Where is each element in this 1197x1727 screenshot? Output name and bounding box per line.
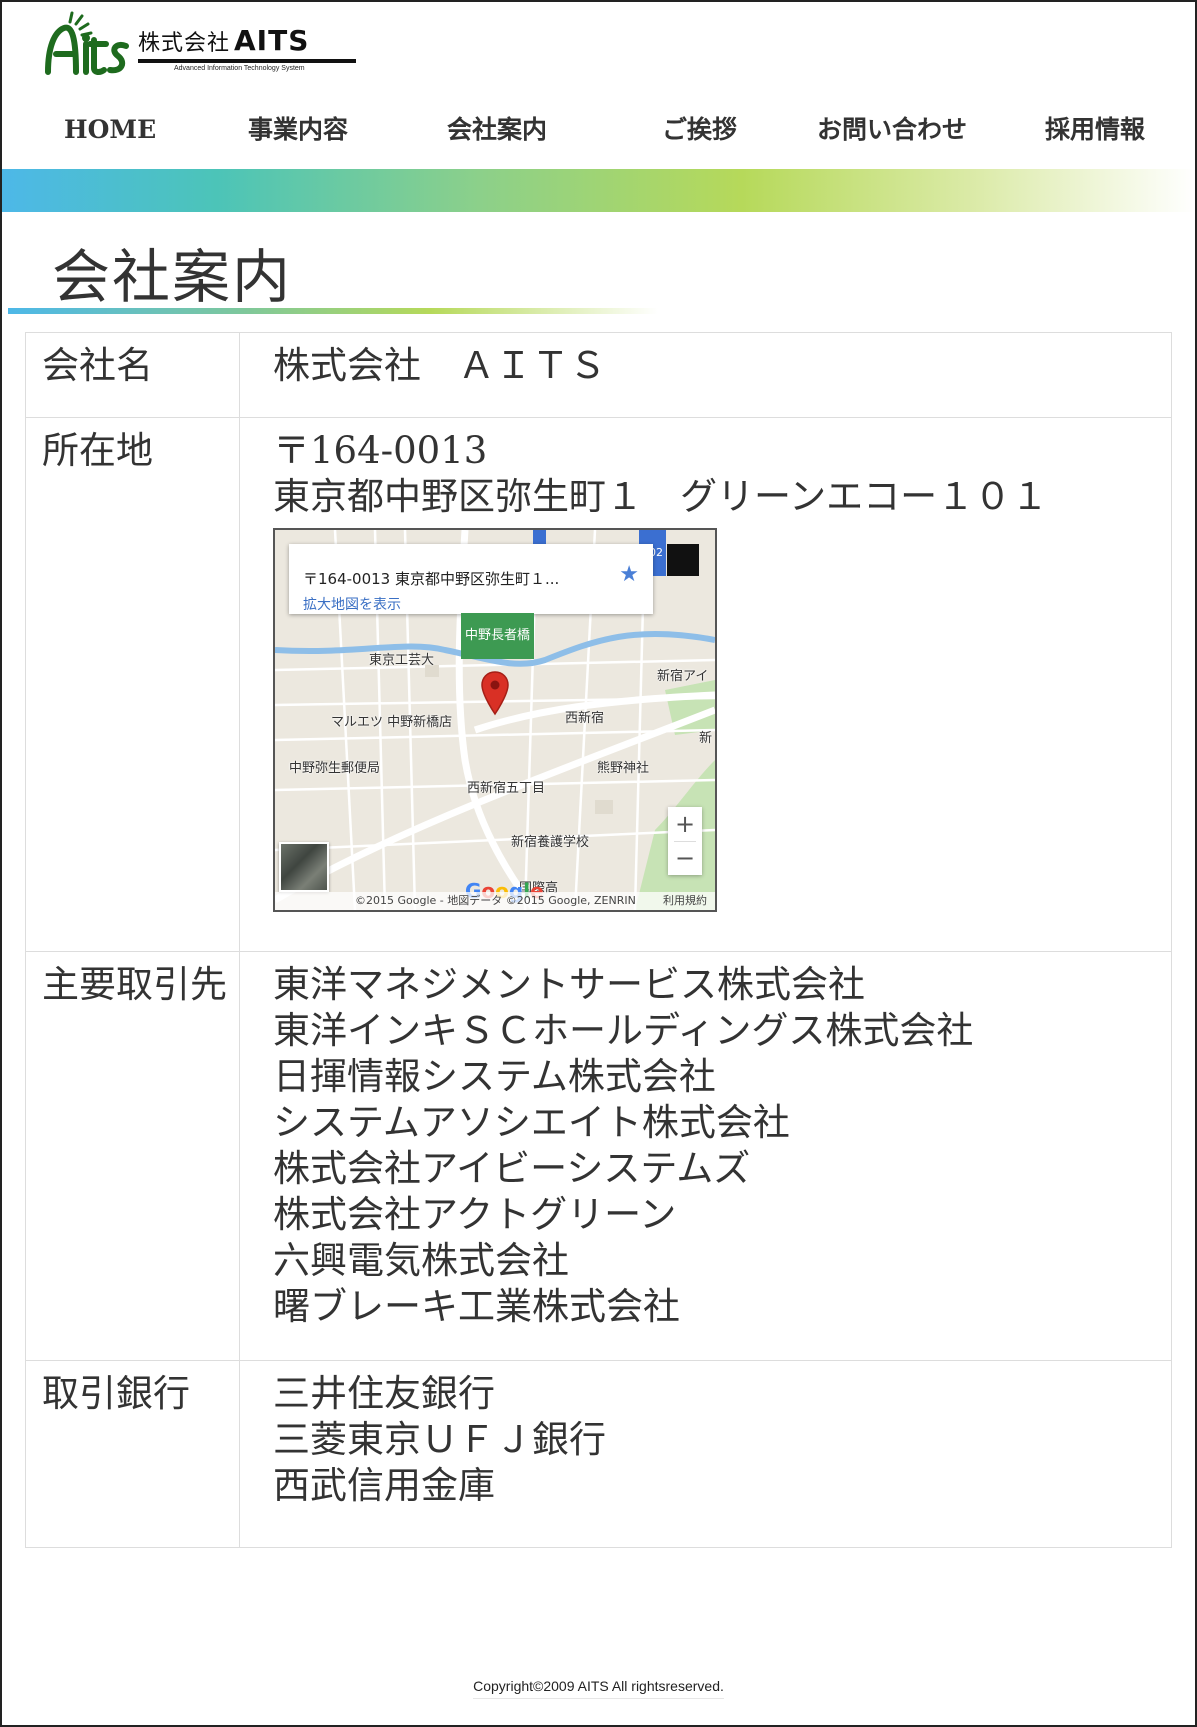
- map-terms-link[interactable]: 利用規約: [663, 892, 707, 910]
- banks-label: 取引銀行: [25, 1360, 240, 1548]
- map-zoom-control: + −: [668, 807, 702, 875]
- page-title: 会社案内: [52, 243, 293, 311]
- logo-wordmark: 株式会社 AITS Advanced Information Technology…: [138, 24, 356, 72]
- map-attribution-text: ©2015 Google - 地図データ ©2015 Google, ZENRI…: [355, 894, 636, 907]
- table-row-banks: 取引銀行 三井住友銀行 三菱東京ＵＦＪ銀行 西武信用金庫: [25, 1360, 1172, 1548]
- logo-rule: [138, 59, 356, 63]
- client-item: システムアソシエイト株式会社: [273, 1101, 790, 1144]
- logo-company-name: AITS: [234, 24, 310, 57]
- address-label: 所在地: [25, 417, 240, 952]
- zoom-in-button[interactable]: +: [668, 807, 702, 841]
- table-row-address: 所在地 〒164-0013 東京都中野区弥生町１ グリーンエコー１０１ 〒164…: [25, 417, 1172, 952]
- client-item: 曙ブレーキ工業株式会社: [273, 1285, 680, 1328]
- nav-recruit[interactable]: 採用情報: [1045, 104, 1145, 164]
- company-info-table: 会社名 株式会社 ＡＩＴＳ 所在地 〒164-0013 東京都中野区弥生町１ グ…: [25, 332, 1172, 1548]
- client-item: 六興電気株式会社: [273, 1239, 569, 1282]
- title-underline: [8, 308, 658, 314]
- fullscreen-icon[interactable]: [667, 544, 699, 576]
- map-label-kumano: 熊野神社: [597, 761, 650, 776]
- footer-copyright: Copyright©2009 AITS All rightsreserved.: [473, 1678, 724, 1699]
- map-label-nakano-bridge: 中野長者橋: [461, 613, 535, 659]
- nav-greeting[interactable]: ご挨拶: [662, 104, 737, 164]
- map-label-nishishinjuku: 西新宿: [565, 711, 605, 726]
- map-label-maruetsu: マルエツ 中野新橋店: [331, 715, 453, 730]
- map-label-post-office: 中野弥生郵便局: [289, 761, 381, 776]
- bank-item: 三井住友銀行: [273, 1372, 495, 1415]
- table-row-company-name: 会社名 株式会社 ＡＩＴＳ: [25, 332, 1172, 418]
- map-label-shin: 新: [699, 731, 713, 746]
- aits-logo-mark-icon: [45, 11, 129, 76]
- table-row-clients: 主要取引先 東洋マネジメントサービス株式会社 東洋インキＳＣホールディングス株式…: [25, 951, 1172, 1361]
- star-icon[interactable]: ★: [619, 552, 639, 598]
- client-item: 日揮情報システム株式会社: [273, 1055, 716, 1098]
- client-item: 株式会社アイビーシステムズ: [273, 1147, 751, 1190]
- bank-item: 三菱東京ＵＦＪ銀行: [273, 1418, 606, 1461]
- map-info-card: 〒164-0013 東京都中野区弥生町１... 拡大地図を表示 ★: [289, 544, 653, 614]
- logo-company-prefix: 株式会社: [138, 31, 231, 56]
- map-attribution: ©2015 Google - 地図データ ©2015 Google, ZENRI…: [275, 892, 715, 910]
- clients-label: 主要取引先: [25, 951, 240, 1361]
- postal-code: 〒164-0013: [273, 429, 488, 472]
- address-text: 東京都中野区弥生町１ グリーンエコー１０１: [273, 475, 1049, 518]
- map-enlarge-link[interactable]: 拡大地図を表示: [303, 582, 401, 628]
- header-gradient-band: [2, 169, 1195, 212]
- bank-item: 西武信用金庫: [273, 1464, 495, 1507]
- address-cell: 〒164-0013 東京都中野区弥生町１ グリーンエコー１０１ 〒164-001…: [239, 417, 1172, 952]
- company-name-label: 会社名: [25, 332, 240, 418]
- map-pin-icon[interactable]: [480, 670, 510, 716]
- client-item: 株式会社アクトグリーン: [273, 1193, 677, 1236]
- company-logo[interactable]: 株式会社 AITS Advanced Information Technology…: [42, 10, 372, 80]
- satellite-toggle[interactable]: [279, 842, 329, 892]
- nav-home[interactable]: HOME: [64, 104, 156, 164]
- footer: Copyright©2009 AITS All rightsreserved.: [2, 1678, 1195, 1699]
- zoom-out-button[interactable]: −: [668, 841, 702, 875]
- banks-cell: 三井住友銀行 三菱東京ＵＦＪ銀行 西武信用金庫: [239, 1360, 1172, 1548]
- company-name-value: 株式会社 ＡＩＴＳ: [239, 332, 1172, 418]
- nav-contact[interactable]: お問い合わせ: [817, 104, 967, 164]
- map-label-shinjuku-i: 新宿アイ: [657, 669, 709, 684]
- page: 株式会社 AITS Advanced Information Technology…: [0, 0, 1197, 1727]
- nav-company[interactable]: 会社案内: [447, 104, 547, 164]
- main-nav: HOME 事業内容 会社案内 ご挨拶 お問い合わせ 採用情報: [2, 104, 1195, 164]
- map-label-gochome: 西新宿五丁目: [467, 781, 546, 796]
- client-item: 東洋インキＳＣホールディングス株式会社: [273, 1009, 974, 1052]
- google-map[interactable]: 4 302 〒164-0013 東京都中野区弥生町１... 拡大地図を表示 ★ …: [273, 528, 717, 912]
- map-label-yogo: 新宿養護学校: [511, 835, 590, 850]
- logo-tagline: Advanced Information Technology System: [174, 65, 305, 72]
- clients-cell: 東洋マネジメントサービス株式会社 東洋インキＳＣホールディングス株式会社 日揮情…: [239, 951, 1172, 1361]
- nav-business[interactable]: 事業内容: [248, 104, 348, 164]
- map-label-kogei: 東京工芸大: [369, 653, 435, 668]
- client-item: 東洋マネジメントサービス株式会社: [273, 963, 865, 1006]
